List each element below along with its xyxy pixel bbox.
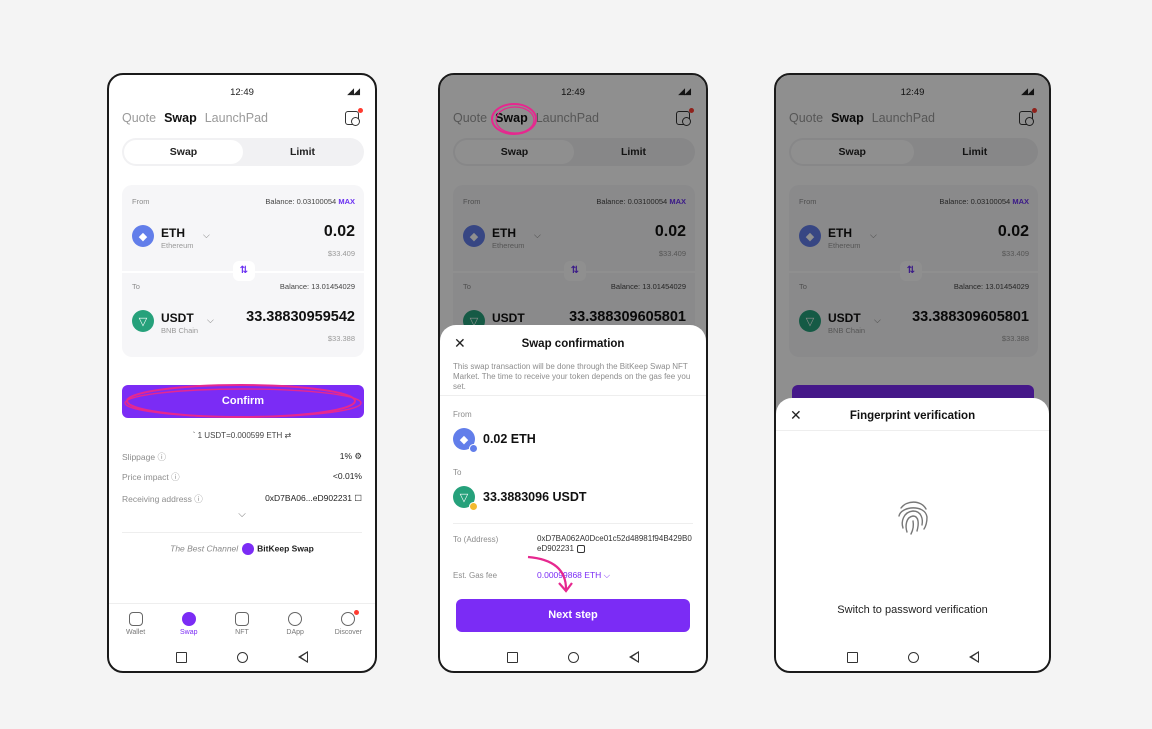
best-channel: The Best Channel BitKeep Swap <box>109 543 375 555</box>
expand-chevron-icon[interactable]: ⌵ <box>109 509 375 520</box>
recents-icon[interactable] <box>846 651 858 663</box>
wallet-icon <box>128 612 143 626</box>
back-icon[interactable] <box>968 651 979 663</box>
home-icon[interactable] <box>907 651 919 663</box>
to-token-symbol[interactable]: USDT <box>161 311 194 325</box>
status-time: 12:49 <box>230 87 254 98</box>
swap-card: From Balance: 0.03100054 MAX ◆ ETH Ether… <box>122 185 364 357</box>
bottom-nav-wallet[interactable]: Wallet <box>116 612 156 643</box>
sheet-to-amount: 33.3883096 USDT <box>483 490 587 504</box>
swap-screen: 12:49 ◢◢ Quote Swap LaunchPad Swap Limit… <box>109 75 375 671</box>
fingerprint-sheet: ✕ Fingerprint verification Switch to pas… <box>776 398 1049 671</box>
copy-icon[interactable] <box>576 544 585 553</box>
to-token-chain: BNB Chain <box>161 326 199 335</box>
fingerprint-icon[interactable] <box>895 498 931 536</box>
divider <box>453 523 693 524</box>
receiving-address-row: Receiving address ⓘ 0xD7BA06...eD902231 … <box>122 493 362 505</box>
bottom-nav-discover[interactable]: Discover <box>328 610 368 643</box>
tab-launchpad[interactable]: LaunchPad <box>205 111 268 125</box>
from-amount[interactable]: 0.02 <box>324 223 355 241</box>
recents-icon[interactable] <box>507 651 518 663</box>
chevron-down-icon[interactable]: ⌵ <box>203 230 210 241</box>
home-icon[interactable] <box>237 651 248 663</box>
to-amount: 33.38830959542 <box>246 309 355 325</box>
usdt-icon: ▽ <box>132 310 154 332</box>
from-balance: Balance: 0.03100054 MAX <box>265 197 355 206</box>
receiving-address-value[interactable]: 0xD7BA06...eD902231 ☐ <box>265 493 362 505</box>
system-nav <box>109 649 375 665</box>
to-balance: Balance: 13.01454029 <box>279 282 355 291</box>
swap-confirmation-sheet: ✕ Swap confirmation This swap transactio… <box>440 325 706 671</box>
tab-swap[interactable]: Swap <box>164 111 197 125</box>
tab-quote[interactable]: Quote <box>122 111 156 125</box>
receiving-address-label: Receiving address ⓘ <box>122 494 203 504</box>
bottom-nav: Wallet Swap NFT DApp Discover <box>109 603 375 643</box>
globe-icon <box>288 612 303 626</box>
system-nav <box>440 649 706 665</box>
to-address: 0xD7BA062A0Dce01c52d48981f94B429B0eD9022… <box>537 534 692 553</box>
swap-limit-toggle: Swap Limit <box>122 138 364 166</box>
history-icon[interactable] <box>345 111 360 126</box>
eth-icon: ◆ <box>453 428 478 453</box>
sheet-from-label: From <box>453 410 472 419</box>
top-nav: Quote Swap LaunchPad <box>122 111 268 125</box>
price-impact-row: Price impact ⓘ <0.01% <box>122 471 362 483</box>
divider <box>122 532 362 533</box>
phone-swap-confirmation: 12:49 ◢◢ Quote Swap LaunchPad Swap Limit… <box>438 73 708 673</box>
switch-to-password-link[interactable]: Switch to password verification <box>776 604 1049 616</box>
bitkeep-logo-icon <box>242 543 255 555</box>
bottom-nav-nft[interactable]: NFT <box>222 612 262 643</box>
exchange-rate[interactable]: ` 1 USDT=0.000599 ETH ⇄ <box>109 431 375 440</box>
segment-swap[interactable]: Swap <box>124 140 243 164</box>
address-label: To (Address) <box>453 535 499 544</box>
from-token-symbol[interactable]: ETH <box>161 226 185 240</box>
from-token-chain: Ethereum <box>161 241 194 250</box>
phone-swap: 12:49 ◢◢ Quote Swap LaunchPad Swap Limit… <box>107 73 377 673</box>
price-impact-label: Price impact ⓘ <box>122 472 180 482</box>
notification-dot <box>354 610 360 615</box>
bottom-nav-swap[interactable]: Swap <box>169 612 209 643</box>
system-nav <box>776 649 1049 665</box>
swap-screen-background: 12:49 ◢◢ Quote Swap LaunchPad Swap Limit… <box>440 75 706 671</box>
bottom-nav-dapp[interactable]: DApp <box>275 612 315 643</box>
from-label: From <box>132 197 150 206</box>
usdt-icon: ▽ <box>453 486 478 511</box>
slippage-value[interactable]: 1% ⚙ <box>340 451 362 463</box>
slippage-row[interactable]: Slippage ⓘ 1% ⚙ <box>122 451 362 463</box>
swap-icon <box>181 612 196 626</box>
swap-direction-icon[interactable]: ⇅ <box>233 261 255 281</box>
back-icon[interactable] <box>629 651 639 663</box>
confirm-button[interactable]: Confirm <box>122 385 364 418</box>
signal-icon: ◢◢ <box>347 86 360 96</box>
eth-icon: ◆ <box>132 225 154 247</box>
gas-fee-value[interactable]: 0.00099868 ETH ⌵ <box>537 570 610 581</box>
layers-icon <box>234 612 249 626</box>
divider <box>440 395 706 396</box>
from-usd: $33.409 <box>327 249 355 258</box>
to-usd: $33.388 <box>327 334 355 343</box>
swap-screen-background: 12:49 ◢◢ Quote Swap LaunchPad Swap Limit… <box>776 75 1049 671</box>
divider <box>776 430 1049 431</box>
chevron-down-icon[interactable]: ⌵ <box>207 315 214 326</box>
recents-icon[interactable] <box>176 651 187 663</box>
sheet-from-amount: 0.02 ETH <box>483 432 536 446</box>
swap-confirmation-title: Swap confirmation <box>521 338 625 350</box>
slippage-label: Slippage ⓘ <box>122 452 166 462</box>
channel-prefix: The Best Channel <box>170 543 239 554</box>
next-step-button[interactable]: Next step <box>456 599 690 632</box>
to-label: To <box>132 282 140 291</box>
gas-fee-label: Est. Gas fee <box>453 571 498 580</box>
segment-limit[interactable]: Limit <box>243 140 362 164</box>
channel-brand: BitKeep Swap <box>257 543 314 554</box>
fingerprint-title: Fingerprint verification <box>849 410 976 422</box>
phone-fingerprint-verification: 12:49 ◢◢ Quote Swap LaunchPad Swap Limit… <box>774 73 1051 673</box>
price-impact-value: <0.01% <box>332 471 362 481</box>
notification-dot <box>358 108 363 113</box>
max-button[interactable]: MAX <box>338 197 355 206</box>
sheet-to-label: To <box>453 468 462 477</box>
back-icon[interactable] <box>298 651 308 663</box>
compass-icon <box>341 612 356 626</box>
swap-confirmation-description: This swap transaction will be done throu… <box>453 362 691 391</box>
home-icon[interactable] <box>568 651 579 663</box>
